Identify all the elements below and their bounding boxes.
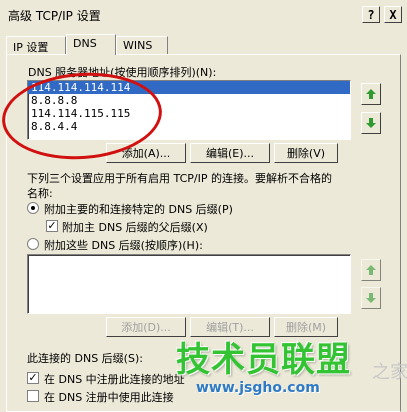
check-register-address[interactable]: ✓ — [27, 372, 39, 384]
title-bar: 高级 TCP/IP 设置 ? X — [0, 0, 407, 30]
check-parent-suffix-label: 附加主 DNS 后缀的父后缀(X) — [62, 221, 208, 234]
arrow-up-icon — [366, 265, 376, 275]
dns-server-item[interactable]: 8.8.4.4 — [28, 120, 350, 133]
help-button[interactable]: ? — [362, 6, 380, 23]
watermark-url: www.jsgho.com — [196, 380, 320, 396]
move-up-button[interactable] — [361, 83, 381, 105]
radio-append-these[interactable] — [27, 238, 39, 250]
radio-append-these-label: 附加这些 DNS 后缀(按顺序)(H): — [44, 239, 203, 252]
check-register-address-label: 在 DNS 中注册此连接的地址 — [44, 373, 185, 386]
dns-server-item[interactable]: 114.114.114.114 — [28, 81, 350, 94]
dns-suffix-list[interactable] — [27, 254, 351, 314]
dns-server-list-label: DNS 服务器地址(按使用顺序排列)(N): — [28, 66, 217, 79]
tab-wins[interactable]: WINS — [116, 36, 168, 54]
check-use-suffix-label: 在 DNS 注册中使用此连接 — [44, 391, 174, 404]
info-text: 下列三个设置应用于所有启用 TCP/IP 的连接。要解析不合格的 — [27, 172, 332, 185]
check-parent-suffix[interactable]: ✓ — [46, 220, 58, 232]
tab-dns[interactable]: DNS — [66, 34, 116, 55]
conn-suffix-label: 此连接的 DNS 后缀(S): — [27, 352, 143, 365]
add-dns-button[interactable]: 添加(A)... — [106, 143, 186, 163]
arrow-down-icon — [366, 293, 376, 303]
edit-dns-button[interactable]: 编辑(E)... — [190, 143, 270, 163]
arrow-down-icon — [366, 118, 376, 128]
check-use-suffix[interactable] — [27, 390, 39, 402]
watermark-side-text: 之家 — [372, 362, 407, 383]
radio-append-primary[interactable] — [27, 202, 39, 214]
tab-ip-settings[interactable]: IP 设置 — [6, 36, 66, 54]
info-text-continued: 名称: — [27, 187, 53, 200]
remove-dns-button[interactable]: 删除(V) — [274, 143, 338, 163]
dns-server-item[interactable]: 114.114.115.115 — [28, 107, 350, 120]
move-down-button[interactable] — [361, 112, 381, 134]
arrow-up-icon — [366, 89, 376, 99]
close-button[interactable]: X — [384, 6, 402, 23]
radio-append-primary-label: 附加主要的和连接特定的 DNS 后缀(P) — [44, 203, 233, 216]
suffix-move-up-button[interactable] — [361, 259, 381, 281]
suffix-move-down-button[interactable] — [361, 287, 381, 309]
add-suffix-button[interactable]: 添加(D)... — [106, 317, 186, 337]
watermark-logo: 技术员联盟 — [176, 340, 351, 380]
dns-server-list[interactable]: 114.114.114.114 8.8.8.8 114.114.115.115 … — [27, 80, 351, 140]
dns-server-item[interactable]: 8.8.8.8 — [28, 94, 350, 107]
window-title: 高级 TCP/IP 设置 — [8, 9, 101, 23]
